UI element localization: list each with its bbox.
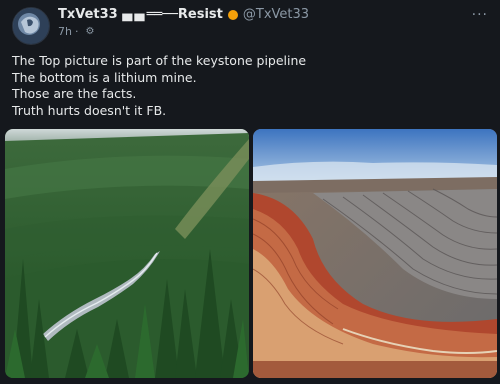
post-meta: 7h · ⚙ [58, 24, 309, 40]
badge-icon [227, 10, 238, 20]
post-card: TxVet33 ▄ ▄ ══──Resist @TxVet33 7h · ⚙ ·… [0, 0, 500, 384]
lithium-mine-image[interactable] [253, 129, 497, 378]
post-media [5, 129, 497, 378]
post-timestamp[interactable]: 7h [58, 24, 72, 40]
author-name-row: TxVet33 ▄ ▄ ══──Resist @TxVet33 [58, 7, 309, 23]
author-handle[interactable]: @TxVet33 [243, 7, 309, 23]
post-text: The Top picture is part of the keystone … [12, 53, 488, 119]
avatar[interactable] [12, 7, 50, 45]
meta-separator: · [74, 25, 79, 38]
post-text-line: Truth hurts doesn't it FB. [12, 102, 167, 118]
post-text-line: Those are the facts. [12, 86, 137, 101]
more-options-button[interactable]: ··· [472, 7, 488, 23]
author-info: TxVet33 ▄ ▄ ══──Resist @TxVet33 7h · ⚙ [58, 7, 309, 40]
post-header: TxVet33 ▄ ▄ ══──Resist @TxVet33 7h · ⚙ ·… [12, 7, 488, 45]
post-text-line: The Top picture is part of the keystone … [12, 53, 307, 68]
pipeline-forest-image[interactable] [5, 129, 249, 378]
gear-icon: ⚙ [85, 26, 95, 37]
post-text-line: The bottom is a lithium mine. [12, 69, 197, 85]
author-display-name[interactable]: TxVet33 ▄ ▄ ══──Resist [58, 7, 223, 23]
